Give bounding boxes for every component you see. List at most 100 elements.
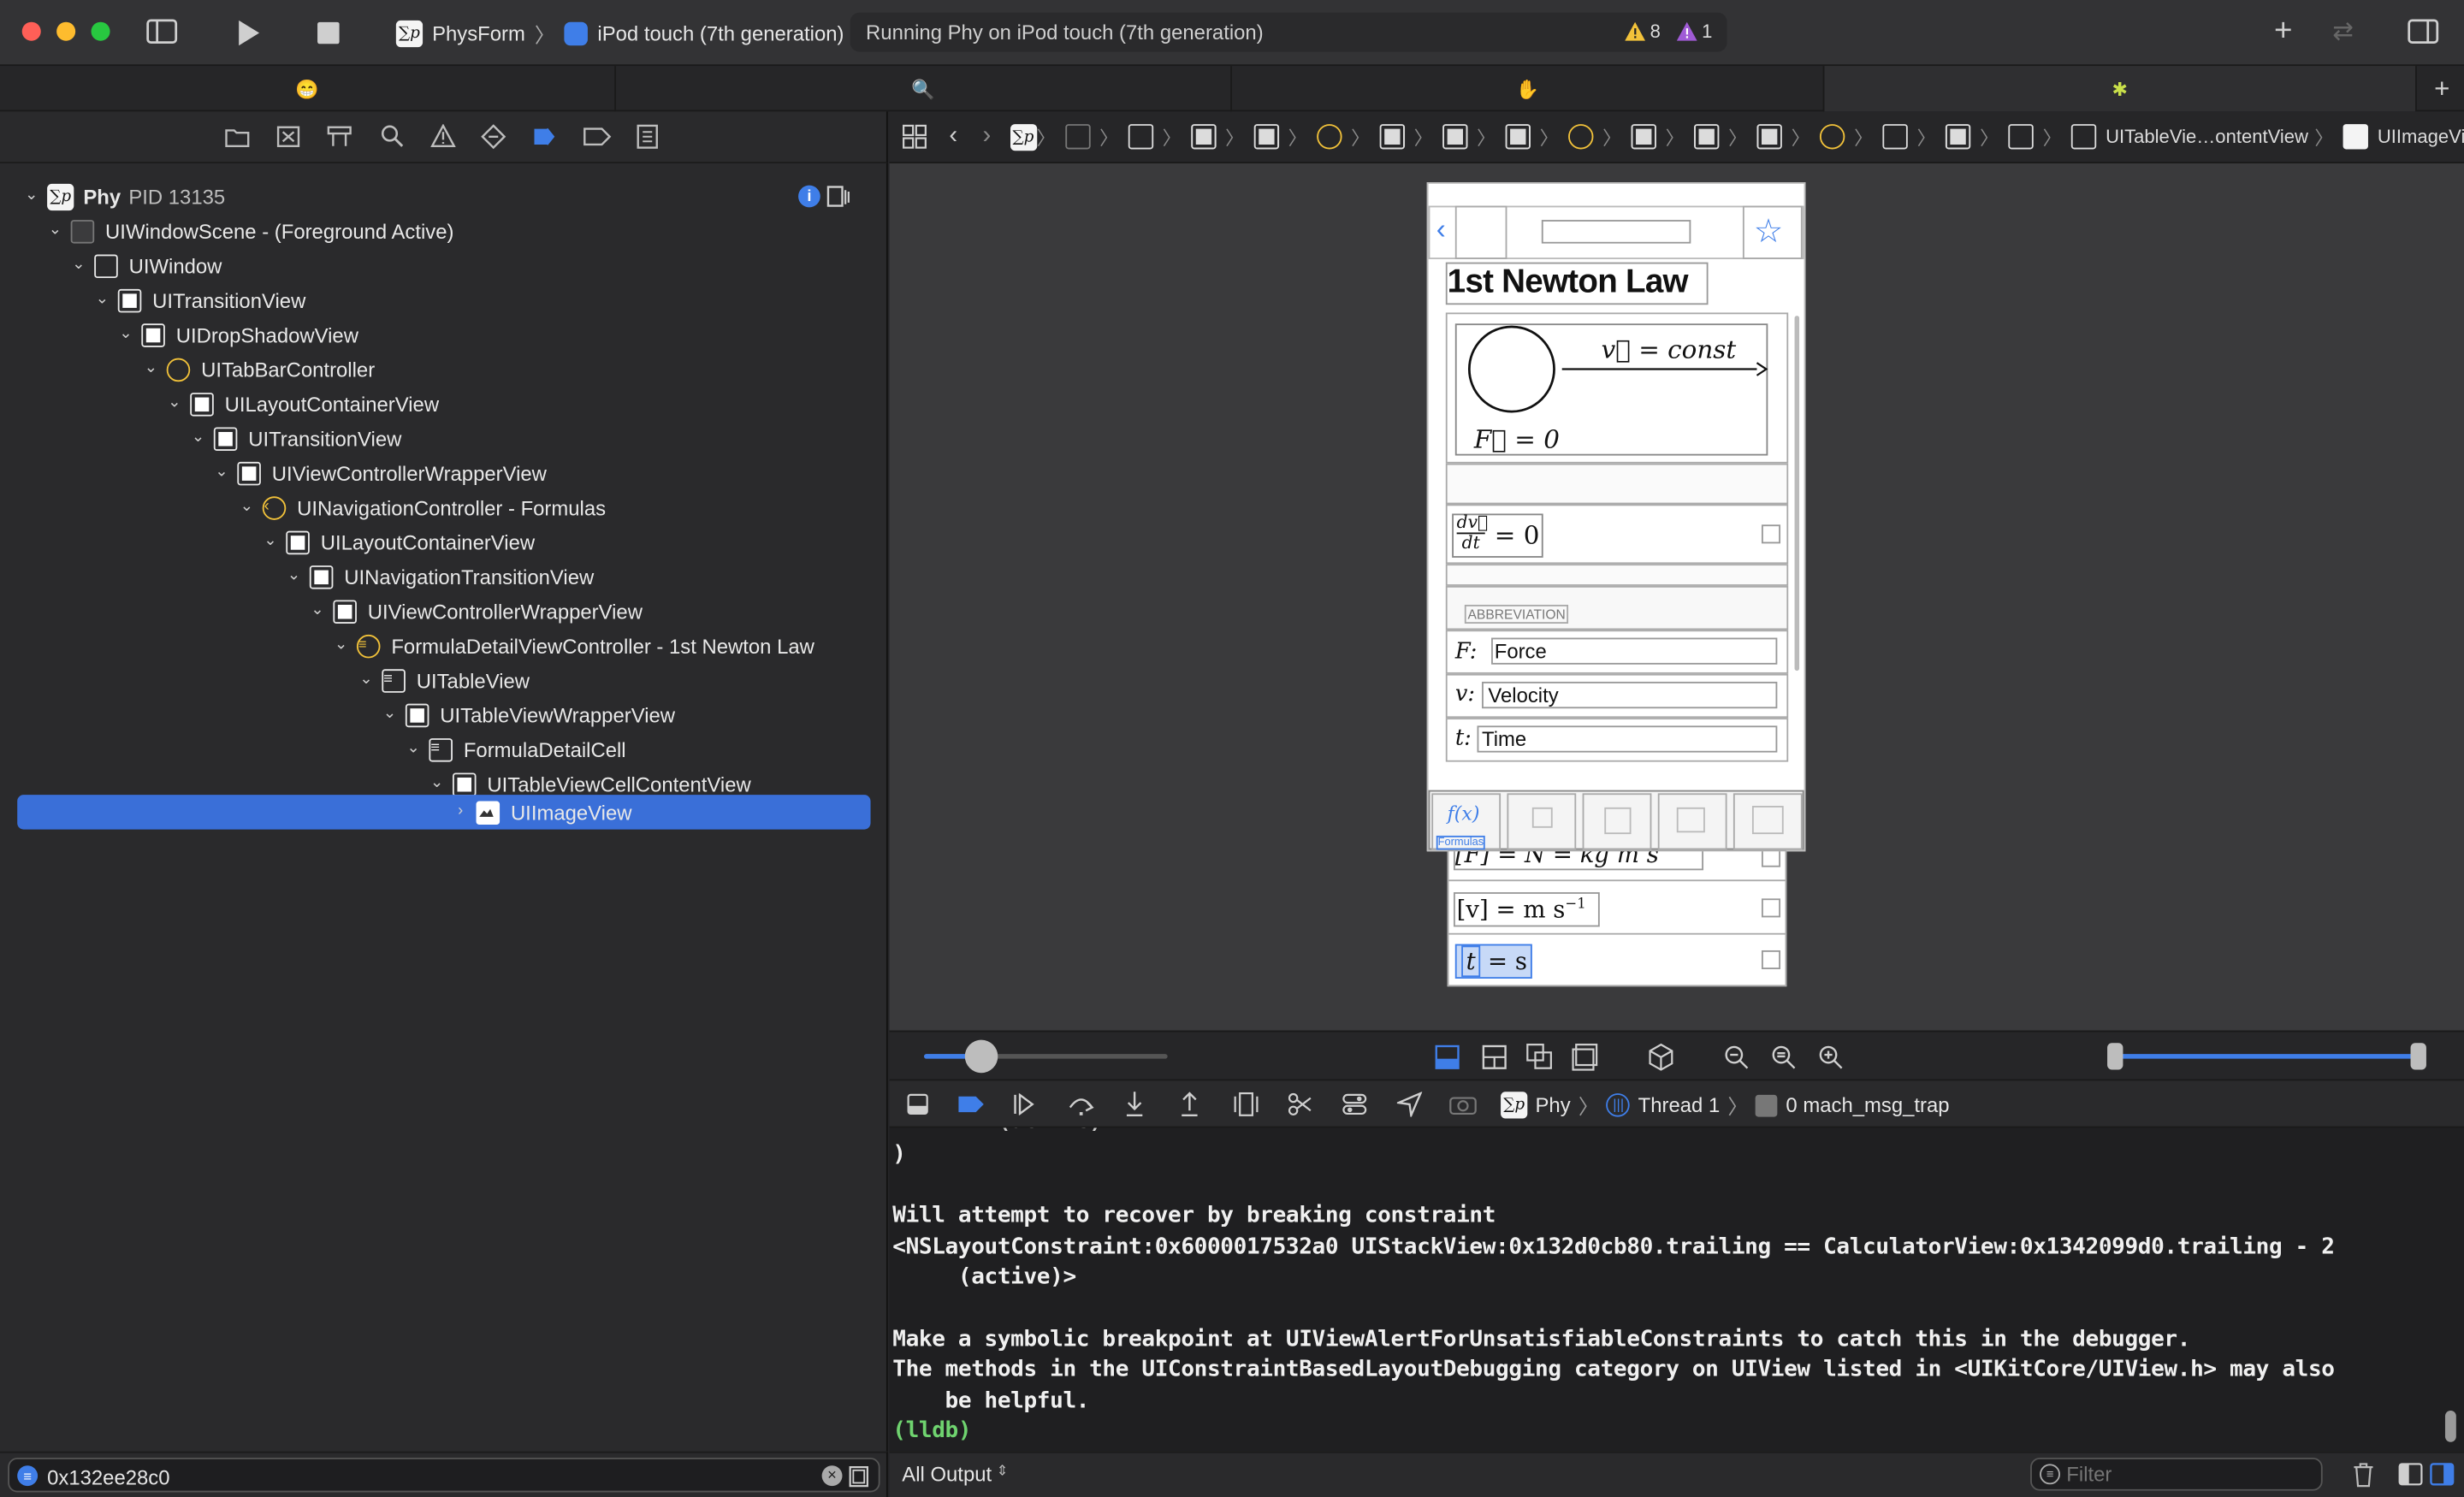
chevron-down-icon[interactable]: ⌄: [45, 222, 64, 240]
chevron-down-icon[interactable]: ⌄: [308, 601, 327, 620]
layers-icon[interactable]: [826, 186, 850, 208]
add-tab-icon[interactable]: +: [2420, 66, 2464, 111]
tab-2[interactable]: 🔍: [616, 66, 1233, 112]
tree-row[interactable]: ⌄ UILayoutContainerView: [261, 524, 535, 559]
view-hierarchy-icon[interactable]: [1234, 1092, 1259, 1116]
symbol-icon[interactable]: [327, 126, 352, 148]
crumb-content-view[interactable]: UITableVie…ontentView: [2106, 126, 2308, 148]
console-view-icon[interactable]: [2430, 1463, 2455, 1487]
forward-icon[interactable]: ›: [983, 122, 992, 151]
crumb-image-view[interactable]: UIImageView: [2378, 126, 2464, 148]
source-control-icon[interactable]: [276, 126, 300, 148]
tree-row[interactable]: ⌄ UITransitionView: [188, 421, 401, 455]
run-icon[interactable]: [233, 17, 264, 49]
star-icon[interactable]: ☆: [1754, 212, 1784, 251]
navigator-toggle-icon[interactable]: [145, 17, 179, 45]
chevron-down-icon[interactable]: ⌄: [404, 740, 423, 759]
unit-row-force[interactable]: [F] = N = kg m s: [1448, 851, 1786, 882]
tree-row[interactable]: ⌄ UIViewControllerWrapperView: [308, 594, 643, 628]
scene-crumb-icon[interactable]: [1064, 124, 1091, 150]
info-icon[interactable]: i: [798, 185, 820, 208]
chevron-down-icon[interactable]: ⌄: [284, 567, 303, 586]
chevron-down-icon[interactable]: ⌄: [22, 187, 41, 206]
chevron-down-icon[interactable]: ⌄: [116, 325, 135, 344]
tree-row[interactable]: ⌄ ‹ UINavigationController - Formulas: [237, 490, 606, 524]
tree-row[interactable]: ⌄ ≡ FormulaDetailViewController - 1st Newt…: [332, 629, 814, 663]
3d-orient-icon[interactable]: [1647, 1043, 1675, 1071]
console-filter-input[interactable]: [2066, 1462, 2302, 1487]
debug-breadcrumb[interactable]: ∑p Phy 〉 ||| Thread 1 〉 0 mach_msg_trap: [1501, 1090, 1950, 1120]
add-icon[interactable]: +: [2269, 14, 2297, 48]
navigator-filter-field[interactable]: ≡ 0x132ee28c0 ×: [8, 1458, 880, 1493]
cell-crumb-icon[interactable]: [2008, 124, 2034, 150]
chevron-down-icon[interactable]: ⌄: [357, 671, 376, 689]
device-screen[interactable]: ‹ ☆ 1st Newton Law v⃗ = const F⃗ = 0 dv⃗…: [1426, 182, 1806, 852]
scheme-selector[interactable]: ∑p PhysForm 〉 iPod touch (7th generation…: [395, 13, 844, 54]
grid-icon[interactable]: [902, 124, 927, 149]
view-crumb-icon[interactable]: [1253, 124, 1279, 150]
tab-3[interactable]: ✋: [1232, 66, 1825, 112]
debug-navigator-icon[interactable]: [531, 124, 560, 149]
chevron-down-icon[interactable]: ⌄: [212, 464, 231, 482]
content-view-crumb-icon[interactable]: [2070, 124, 2097, 150]
unit-row-time[interactable]: t = s: [1448, 935, 1785, 985]
breakpoints-toggle-icon[interactable]: [957, 1095, 986, 1114]
chevron-down-icon[interactable]: ⌄: [261, 533, 280, 552]
tree-row[interactable]: ⌄ ≡ UITableView: [357, 663, 530, 697]
trash-icon[interactable]: [2353, 1463, 2375, 1488]
continue-icon[interactable]: [1012, 1093, 1040, 1115]
memory-graph-icon[interactable]: [1287, 1092, 1312, 1116]
tree-row[interactable]: ⌄ UIWindow: [69, 248, 222, 282]
lldb-prompt[interactable]: (lldb): [892, 1418, 971, 1443]
debug-process[interactable]: Phy: [1535, 1093, 1570, 1117]
step-out-icon[interactable]: [1179, 1090, 1201, 1118]
view-crumb-icon[interactable]: [1945, 124, 1971, 150]
contents-icon[interactable]: [1572, 1043, 1600, 1071]
report-navigator-icon[interactable]: [637, 124, 659, 149]
chevron-right-icon[interactable]: ›: [451, 802, 470, 821]
navigation-crumb-icon[interactable]: [1567, 124, 1594, 150]
view-crumb-icon[interactable]: [1379, 124, 1405, 150]
inspector-toggle-icon[interactable]: [2406, 17, 2440, 45]
scroll-indicator[interactable]: [1794, 316, 1800, 672]
table-crumb-icon[interactable]: [1882, 124, 1908, 150]
minimize-window-button[interactable]: [56, 21, 76, 41]
view-crumb-icon[interactable]: [1442, 124, 1468, 150]
variables-view-icon[interactable]: [2398, 1463, 2423, 1487]
tree-row[interactable]: ⌄ UIDropShadowView: [116, 317, 358, 352]
tab-4[interactable]: ✱: [1824, 66, 2417, 112]
layers-icon[interactable]: [849, 1465, 869, 1488]
app-icon[interactable]: ∑p: [1010, 123, 1037, 151]
back-icon[interactable]: ‹: [949, 122, 957, 151]
code-review-icon[interactable]: ⇄: [2325, 17, 2360, 45]
console-output[interactable]: ← (active)> ) Will attempt to recover by…: [889, 1127, 2464, 1452]
tree-row[interactable]: ⌄ UIWindowScene - (Foreground Active): [45, 214, 453, 248]
stop-icon[interactable]: [314, 19, 342, 47]
chevron-down-icon[interactable]: ⌄: [92, 291, 111, 310]
zoom-in-icon[interactable]: [1818, 1044, 1843, 1069]
chevron-down-icon[interactable]: ⌄: [165, 394, 184, 413]
breakpoint-navigator-icon[interactable]: [583, 127, 612, 146]
range-slider-min-handle[interactable]: [2107, 1043, 2123, 1070]
issue-badge[interactable]: 1: [1676, 21, 1712, 43]
tree-row[interactable]: ⌄ ≡ FormulaDetailCell: [404, 732, 626, 766]
zoom-window-button[interactable]: [91, 21, 110, 41]
issue-navigator-icon[interactable]: [430, 124, 456, 148]
chevron-down-icon[interactable]: ⌄: [428, 774, 447, 793]
spacing-slider-knob[interactable]: [964, 1039, 998, 1074]
view-crumb-icon[interactable]: [1505, 124, 1531, 150]
device-name[interactable]: iPod touch (7th generation): [597, 21, 844, 45]
clear-icon[interactable]: ×: [821, 1465, 843, 1487]
test-icon[interactable]: [481, 124, 506, 150]
zoom-out-icon[interactable]: [1724, 1044, 1749, 1069]
tree-row[interactable]: ⌄ UILayoutContainerView: [165, 387, 439, 421]
chevron-down-icon[interactable]: ⌄: [237, 498, 256, 517]
camera-icon[interactable]: [1448, 1093, 1477, 1115]
warning-badge[interactable]: 8: [1625, 21, 1661, 43]
chevron-down-icon[interactable]: ⌄: [141, 360, 160, 379]
back-chevron-icon[interactable]: ‹: [1436, 214, 1446, 247]
wireframes-icon[interactable]: [1525, 1043, 1554, 1071]
simulate-location-icon[interactable]: [1396, 1092, 1423, 1117]
range-slider-track[interactable]: [2115, 1054, 2420, 1059]
controller-crumb-icon[interactable]: [1316, 124, 1342, 150]
